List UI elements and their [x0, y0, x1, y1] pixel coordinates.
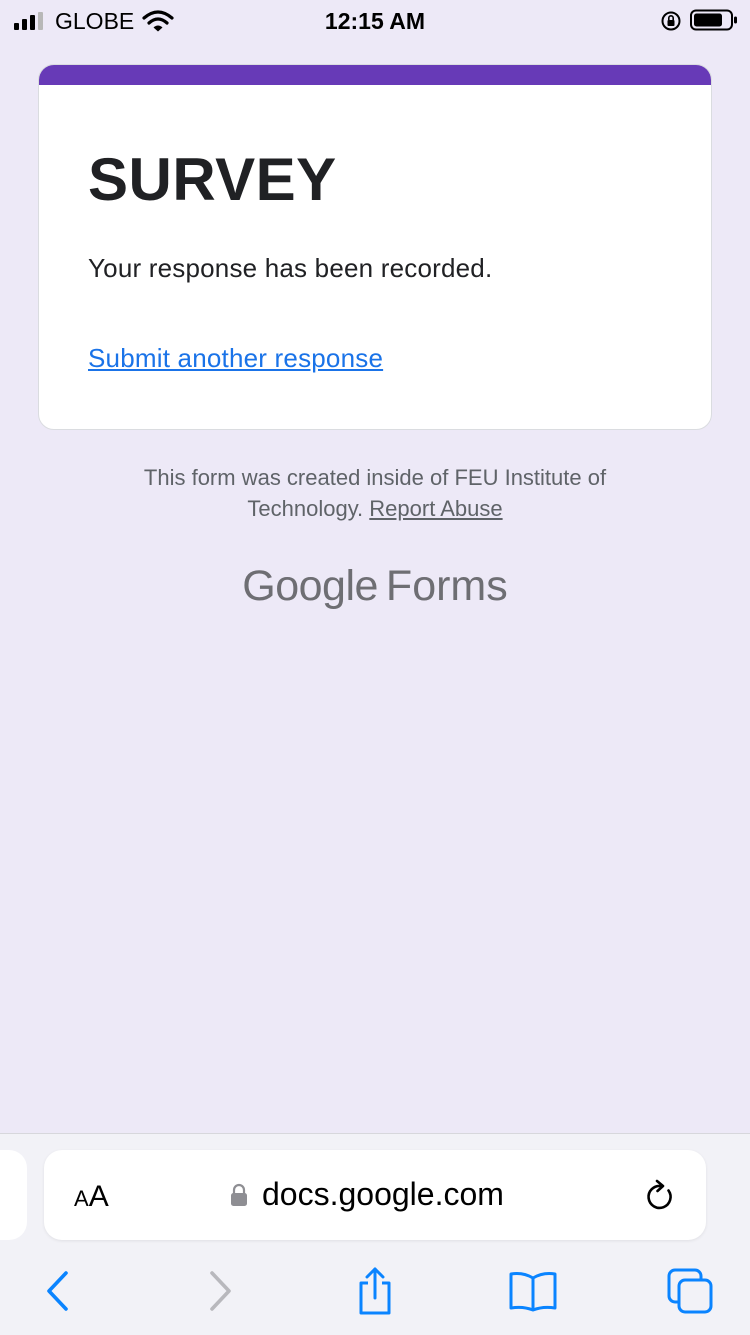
- orientation-lock-icon: [661, 11, 681, 31]
- card-accent-bar: [39, 65, 711, 85]
- text-size-button[interactable]: AA: [74, 1180, 109, 1214]
- footer-note: This form was created inside of FEU Inst…: [100, 462, 650, 524]
- tabs-button[interactable]: [662, 1266, 718, 1316]
- bookmarks-button[interactable]: [505, 1266, 561, 1316]
- back-button[interactable]: [30, 1266, 86, 1316]
- forward-button[interactable]: [192, 1266, 248, 1316]
- lock-icon: [231, 1183, 247, 1206]
- report-abuse-link[interactable]: Report Abuse: [369, 496, 502, 521]
- submit-another-response-link[interactable]: Submit another response: [88, 343, 383, 374]
- tabs-icon: [667, 1268, 713, 1314]
- confirmation-message: Your response has been recorded.: [88, 253, 493, 283]
- battery-icon: [690, 9, 737, 31]
- previous-tab-peek[interactable]: [0, 1150, 27, 1240]
- status-time: 12:15 AM: [324, 8, 426, 34]
- share-icon: [359, 1267, 391, 1315]
- forward-icon: [210, 1271, 231, 1311]
- share-button[interactable]: [347, 1266, 403, 1316]
- address-bar[interactable]: AA docs.google.com: [44, 1150, 706, 1240]
- back-icon: [47, 1271, 68, 1311]
- browser-bottom-bar: AA docs.google.com: [0, 1133, 750, 1335]
- status-bar: GLOBE 12:15 AM: [0, 0, 750, 40]
- form-title: SURVEY: [88, 146, 337, 213]
- bookmarks-icon: [509, 1272, 557, 1312]
- form-card: SURVEY Your response has been recorded. …: [38, 64, 712, 430]
- url-domain[interactable]: docs.google.com: [262, 1176, 504, 1213]
- reload-icon[interactable]: [644, 1178, 676, 1212]
- brand-forms: Forms: [385, 562, 508, 610]
- brand-google: Google: [242, 562, 378, 610]
- google-forms-logo[interactable]: Google Forms: [0, 562, 750, 611]
